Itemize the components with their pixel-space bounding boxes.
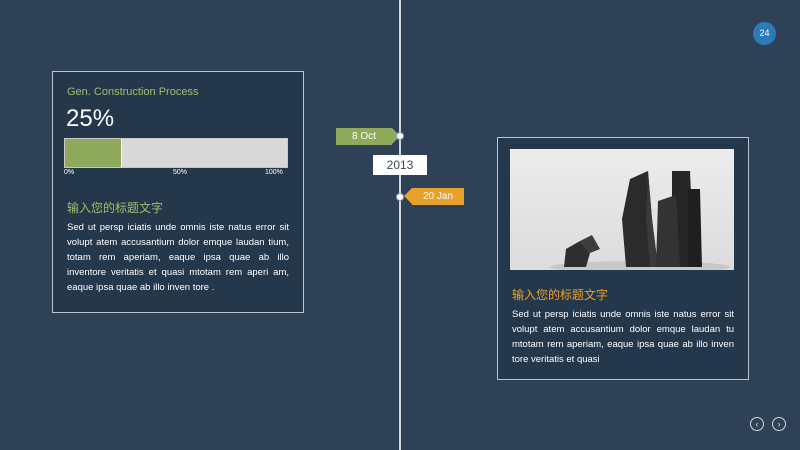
card-heading: 输入您的标题文字 <box>67 201 164 215</box>
timeline-node-bottom <box>396 193 404 201</box>
card-body-text: Sed ut persp iciatis unde omnis iste nat… <box>67 222 289 293</box>
sculpture-photo <box>510 149 734 270</box>
progress-tick-50: 50% <box>173 169 188 176</box>
progress-tick-100: 100% <box>265 169 283 176</box>
progress-bar <box>64 138 288 168</box>
next-slide-button[interactable]: › <box>772 417 786 431</box>
progress-bar-fill <box>65 139 122 167</box>
progress-tick-0: 0% <box>64 169 75 176</box>
image-card: 输入您的标题文字 Sed ut persp iciatis unde omnis… <box>497 137 749 380</box>
prev-slide-button[interactable]: ‹ <box>750 417 764 431</box>
timeline-year-label: 2013 <box>373 155 427 175</box>
page-number-badge: 24 <box>753 22 776 45</box>
timeline-line <box>399 0 401 450</box>
progress-card: Gen. Construction Process 25% 0% 50% 100… <box>52 71 304 313</box>
card-body-text: Sed ut persp iciatis unde omnis iste nat… <box>512 309 734 365</box>
card-heading: 输入您的标题文字 <box>512 288 609 302</box>
timeline-date-tag-bottom: 20 Jan <box>404 188 464 205</box>
timeline-node-top <box>396 132 404 140</box>
progress-percent: 25% <box>66 105 115 132</box>
timeline-date-tag-top: 8 Oct <box>336 128 400 145</box>
progress-caption: Gen. Construction Process <box>67 86 199 98</box>
